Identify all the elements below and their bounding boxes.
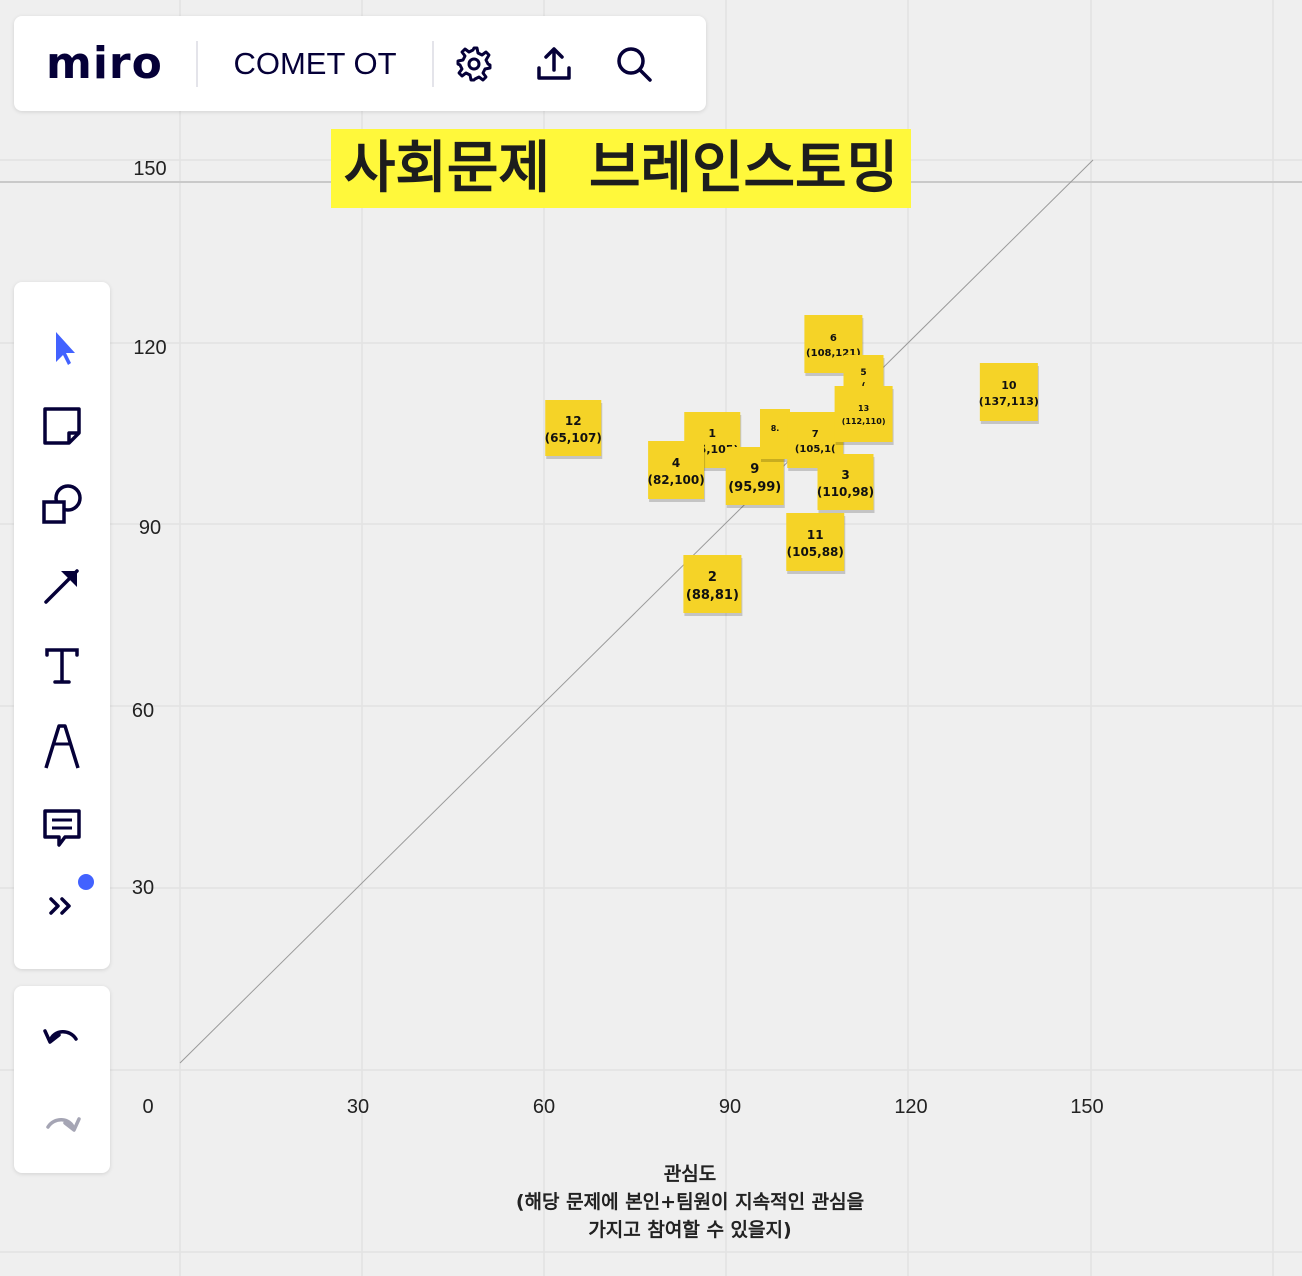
sticky-note-number: 4 (672, 456, 680, 470)
upload-icon[interactable] (514, 34, 594, 94)
sticky-note-number: 6 (830, 333, 837, 344)
comment-icon[interactable] (38, 804, 86, 852)
sticky-note-body (786, 513, 845, 571)
board-name[interactable]: COMET OT (198, 46, 432, 82)
sticky-note-10[interactable]: 10 (137,113) (979, 363, 1039, 424)
sticky-note-number: 8. (771, 424, 780, 433)
sticky-note-8[interactable]: 8. (760, 409, 791, 462)
sticky-note-number: 7 (812, 429, 819, 440)
more-tools-icon[interactable] (38, 882, 86, 930)
sticky-note-number: 11 (807, 528, 824, 542)
x-tick-label: 60 (533, 1096, 555, 1118)
sticky-note-4[interactable]: 4 (82,100) (647, 441, 706, 502)
sticky-note-coord: (95,99) (728, 480, 781, 495)
sticky-note-number: 5 (860, 368, 866, 378)
x-tick-label: 150 (1070, 1096, 1103, 1118)
sticky-note-number: 3 (841, 468, 849, 482)
sticky-note-coord: (88,81) (686, 588, 739, 603)
sticky-note-2[interactable]: 2 (88,81) (683, 555, 743, 616)
sticky-note-number: 9 (750, 462, 759, 477)
sticky-note-12[interactable]: 12 (65,107) (545, 400, 603, 459)
select-arrow-icon[interactable] (38, 324, 86, 372)
x-tick-label: 0 (142, 1096, 153, 1118)
sticky-note-3[interactable]: 3 (110,98) (817, 454, 875, 513)
y-tick-label: 120 (133, 337, 166, 359)
x-axis-title-line3: 가지고 참여할 수 있을지) (588, 1219, 792, 1241)
sticky-note-body (817, 454, 874, 510)
sticky-notes[interactable]: 12(65,107) 1(85,105)4(82,100)2(88,81)9(95… (545, 315, 1039, 616)
sticky-note-body (979, 363, 1038, 421)
left-toolbar (14, 282, 110, 969)
sticky-note-body (648, 441, 705, 499)
sticky-note-body (760, 409, 790, 459)
gear-icon[interactable] (434, 34, 514, 94)
y-axis-ticks: 150 120 90 60 30 (132, 158, 167, 899)
y-tick-label: 90 (139, 517, 161, 539)
sticky-note-coord: (110,98) (817, 485, 874, 499)
sticky-note-number: 10 (1001, 379, 1017, 392)
x-tick-label: 30 (347, 1096, 369, 1118)
undo-redo-panel (14, 986, 110, 1173)
undo-icon[interactable] (38, 1012, 86, 1060)
pen-icon[interactable] (38, 722, 86, 770)
search-icon[interactable] (594, 34, 674, 94)
sticky-note-coord: (82,100) (647, 473, 704, 487)
sticky-note-coord: (65,107) (545, 431, 602, 445)
sticky-note-icon[interactable] (38, 402, 86, 450)
text-tool-icon[interactable] (38, 642, 86, 690)
y-tick-label: 60 (132, 700, 154, 722)
top-toolbar: miro COMET OT (14, 16, 706, 111)
reference-line (179, 159, 1094, 1064)
new-feature-dot (78, 874, 94, 890)
sticky-note-coord: (112,110) (842, 417, 886, 426)
x-axis-title-line1: 관심도 (663, 1163, 717, 1185)
sticky-note-coord: (105,1( (795, 444, 836, 455)
sticky-note-number: 13 (858, 404, 869, 413)
sticky-note-coord: (105,88) (787, 545, 844, 559)
redo-icon[interactable] (38, 1100, 86, 1148)
sticky-note-body (834, 386, 893, 442)
x-tick-label: 90 (719, 1096, 741, 1118)
x-axis-title[interactable]: 관심도 (해당 문제에 본인+팀원이 지속적인 관심을 가지고 참여할 수 있을… (440, 1160, 940, 1244)
sticky-note-13[interactable]: 13 (112,110) (834, 386, 894, 445)
sticky-note-11[interactable]: 11 (105,88) (786, 513, 846, 574)
sticky-note-coord: (137,113) (979, 395, 1039, 408)
board-heading[interactable]: 사회문제 브레인스토밍 (331, 129, 911, 208)
x-axis-title-line2: (해당 문제에 본인+팀원이 지속적인 관심을 (515, 1191, 865, 1213)
y-tick-label: 150 (133, 158, 166, 180)
arrow-line-icon[interactable] (38, 562, 86, 610)
sticky-note-number: 1 (708, 427, 716, 440)
sticky-note-number: 2 (708, 570, 717, 585)
x-tick-label: 120 (894, 1096, 927, 1118)
sticky-note-number: 12 (565, 414, 582, 428)
x-axis-ticks: 0 30 60 90 120 150 (142, 1096, 1103, 1118)
y-tick-label: 30 (132, 877, 154, 899)
miro-logo[interactable]: miro (46, 38, 196, 89)
sticky-note-body (545, 400, 602, 456)
shapes-icon[interactable] (38, 480, 86, 528)
